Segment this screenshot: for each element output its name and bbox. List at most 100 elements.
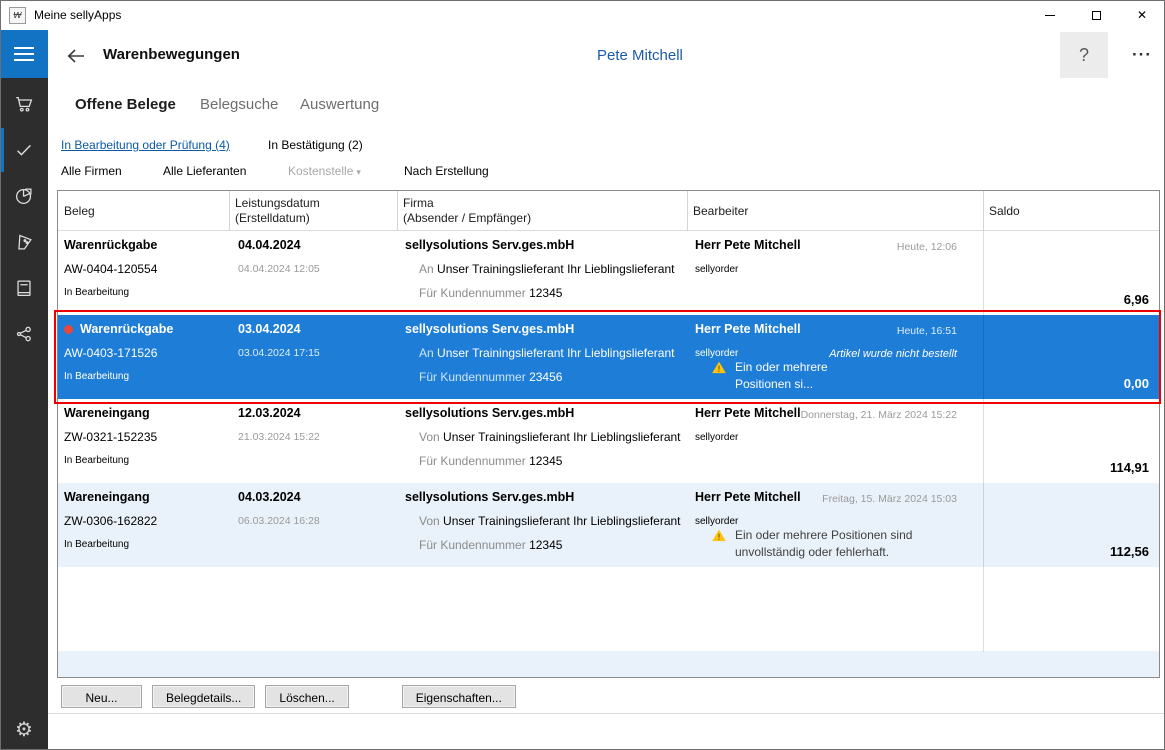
customer-line: Für Kundennummer 12345 bbox=[419, 454, 562, 468]
column-divider bbox=[687, 191, 688, 231]
more-options-button[interactable]: ··· bbox=[1124, 32, 1160, 78]
warning-icon bbox=[711, 527, 727, 543]
warning-message: Ein oder mehrere Positionen sindunvollst… bbox=[711, 527, 961, 561]
customer-line: Für Kundennummer 12345 bbox=[419, 538, 562, 552]
app-logo-icon: w bbox=[9, 7, 26, 24]
settings-button[interactable]: ⚙ bbox=[0, 717, 48, 742]
partner-line: Von Unser Trainingslieferant Ihr Lieblin… bbox=[419, 514, 681, 528]
table-row[interactable]: Wareneingang ZW-0306-162822 In Bearbeitu… bbox=[58, 483, 1159, 567]
sidebar-item-journal[interactable] bbox=[0, 265, 48, 311]
red-dot-icon bbox=[64, 325, 73, 334]
sidebar: ⚙ bbox=[0, 30, 48, 750]
help-icon: ? bbox=[1079, 45, 1089, 66]
customer-line: Für Kundennummer 23456 bbox=[419, 370, 562, 384]
doc-number: ZW-0321-152235 bbox=[64, 430, 157, 444]
price-tag-icon bbox=[13, 231, 35, 253]
table-row[interactable]: Warenrückgabe AW-0404-120554 In Bearbeit… bbox=[58, 231, 1159, 315]
saldo-value: 6,96 bbox=[1124, 292, 1149, 307]
maximize-button[interactable] bbox=[1073, 0, 1119, 30]
filter-kostenstelle[interactable]: Kostenstelle▾ bbox=[288, 164, 361, 178]
customer-line: Für Kundennummer 12345 bbox=[419, 286, 562, 300]
sidebar-item-share[interactable] bbox=[0, 311, 48, 357]
filter-in-bearbeitung-link[interactable]: In Bearbeitung oder Prüfung (4) bbox=[61, 138, 230, 152]
help-button[interactable]: ? bbox=[1060, 32, 1108, 78]
tab-auswertung[interactable]: Auswertung bbox=[300, 96, 379, 113]
hamburger-menu-button[interactable] bbox=[0, 30, 48, 78]
neu-button[interactable]: Neu... bbox=[61, 685, 142, 708]
table-header: Beleg Leistungsdatum(Erstelldatum) Firma… bbox=[58, 191, 1159, 231]
back-button[interactable] bbox=[61, 42, 91, 70]
column-divider bbox=[983, 231, 984, 652]
documents-table: Beleg Leistungsdatum(Erstelldatum) Firma… bbox=[57, 190, 1160, 678]
doc-type: Wareneingang bbox=[64, 490, 150, 504]
sidebar-item-reports[interactable] bbox=[0, 173, 48, 219]
created-date: 03.04.2024 17:15 bbox=[238, 347, 320, 359]
doc-status: In Bearbeitung bbox=[64, 455, 129, 466]
partner-line: Von Unser Trainingslieferant Ihr Lieblin… bbox=[419, 430, 681, 444]
filter-alle-firmen[interactable]: Alle Firmen bbox=[61, 164, 122, 178]
created-date: 04.04.2024 12:05 bbox=[238, 263, 320, 275]
check-icon bbox=[13, 139, 35, 161]
saldo-value: 114,91 bbox=[1110, 460, 1149, 475]
column-header-firma[interactable]: Firma(Absender / Empfänger) bbox=[403, 191, 531, 231]
doc-type: Wareneingang bbox=[64, 406, 150, 420]
titlebar: w Meine sellyApps ✕ bbox=[0, 0, 1165, 30]
table-footer-strip bbox=[58, 651, 1159, 677]
ellipsis-icon: ··· bbox=[1132, 45, 1152, 65]
filter-nach-erstellung[interactable]: Nach Erstellung bbox=[404, 164, 489, 178]
table-empty-area bbox=[58, 567, 1159, 653]
edit-timestamp: Heute, 16:51 bbox=[695, 325, 957, 337]
column-divider bbox=[397, 191, 398, 231]
back-arrow-icon bbox=[63, 44, 89, 68]
created-date: 21.03.2024 15:22 bbox=[238, 431, 320, 443]
pie-chart-icon bbox=[13, 185, 35, 207]
belegdetails-button[interactable]: Belegdetails... bbox=[152, 685, 255, 708]
close-button[interactable]: ✕ bbox=[1119, 0, 1165, 30]
eigenschaften-button[interactable]: Eigenschaften... bbox=[402, 685, 516, 708]
sidebar-item-sales[interactable] bbox=[0, 219, 48, 265]
column-header-leistungsdatum[interactable]: Leistungsdatum(Erstelldatum) bbox=[235, 191, 320, 231]
partner-line: An Unser Trainingslieferant Ihr Liebling… bbox=[419, 262, 675, 276]
doc-number: AW-0403-171526 bbox=[64, 346, 157, 360]
window-controls: ✕ bbox=[1027, 0, 1165, 30]
edit-timestamp: Heute, 12:06 bbox=[695, 241, 957, 253]
editor-app: sellyorder bbox=[695, 432, 738, 443]
warning-message: Ein oder mehrerePositionen si... bbox=[711, 359, 961, 393]
user-name[interactable]: Pete Mitchell bbox=[597, 47, 683, 64]
doc-number: AW-0404-120554 bbox=[64, 262, 157, 276]
column-header-bearbeiter[interactable]: Bearbeiter bbox=[693, 191, 748, 231]
column-header-beleg[interactable]: Beleg bbox=[64, 191, 95, 231]
tab-belegsuche[interactable]: Belegsuche bbox=[200, 96, 278, 113]
page-title: Warenbewegungen bbox=[103, 46, 240, 63]
hamburger-icon bbox=[14, 47, 34, 49]
column-divider bbox=[983, 191, 984, 231]
editor-app: sellyorder bbox=[695, 264, 738, 275]
company-name: sellysolutions Serv.ges.mbH bbox=[405, 238, 574, 252]
gear-icon: ⚙ bbox=[15, 719, 33, 741]
service-date: 04.03.2024 bbox=[238, 490, 301, 504]
column-header-saldo[interactable]: Saldo bbox=[989, 191, 1020, 231]
created-date: 06.03.2024 16:28 bbox=[238, 515, 320, 527]
table-row[interactable]: Wareneingang ZW-0321-152235 In Bearbeitu… bbox=[58, 399, 1159, 483]
service-date: 03.04.2024 bbox=[238, 322, 301, 336]
company-name: sellysolutions Serv.ges.mbH bbox=[405, 322, 574, 336]
sidebar-item-cart[interactable] bbox=[0, 81, 48, 127]
minimize-button[interactable] bbox=[1027, 0, 1073, 30]
book-icon bbox=[13, 277, 35, 299]
service-date: 12.03.2024 bbox=[238, 406, 301, 420]
tab-offene-belege[interactable]: Offene Belege bbox=[75, 96, 176, 113]
edit-timestamp: Donnerstag, 21. März 2024 15:22 bbox=[695, 409, 957, 421]
saldo-value: 0,00 bbox=[1124, 376, 1149, 391]
column-divider bbox=[229, 191, 230, 231]
close-icon: ✕ bbox=[1137, 8, 1147, 22]
filter-alle-lieferanten[interactable]: Alle Lieferanten bbox=[163, 164, 246, 178]
loeschen-button[interactable]: Löschen... bbox=[265, 685, 348, 708]
filter-in-bestaetigung-link[interactable]: In Bestätigung (2) bbox=[268, 138, 363, 152]
edit-timestamp: Freitag, 15. März 2024 15:03 bbox=[695, 493, 957, 505]
minimize-icon bbox=[1045, 15, 1055, 16]
table-row-selected[interactable]: Warenrückgabe AW-0403-171526 In Bearbeit… bbox=[58, 315, 1159, 399]
doc-status: In Bearbeitung bbox=[64, 287, 129, 298]
sidebar-item-tasks[interactable] bbox=[0, 127, 48, 173]
window-title: Meine sellyApps bbox=[34, 8, 121, 22]
partner-line: An Unser Trainingslieferant Ihr Liebling… bbox=[419, 346, 675, 360]
